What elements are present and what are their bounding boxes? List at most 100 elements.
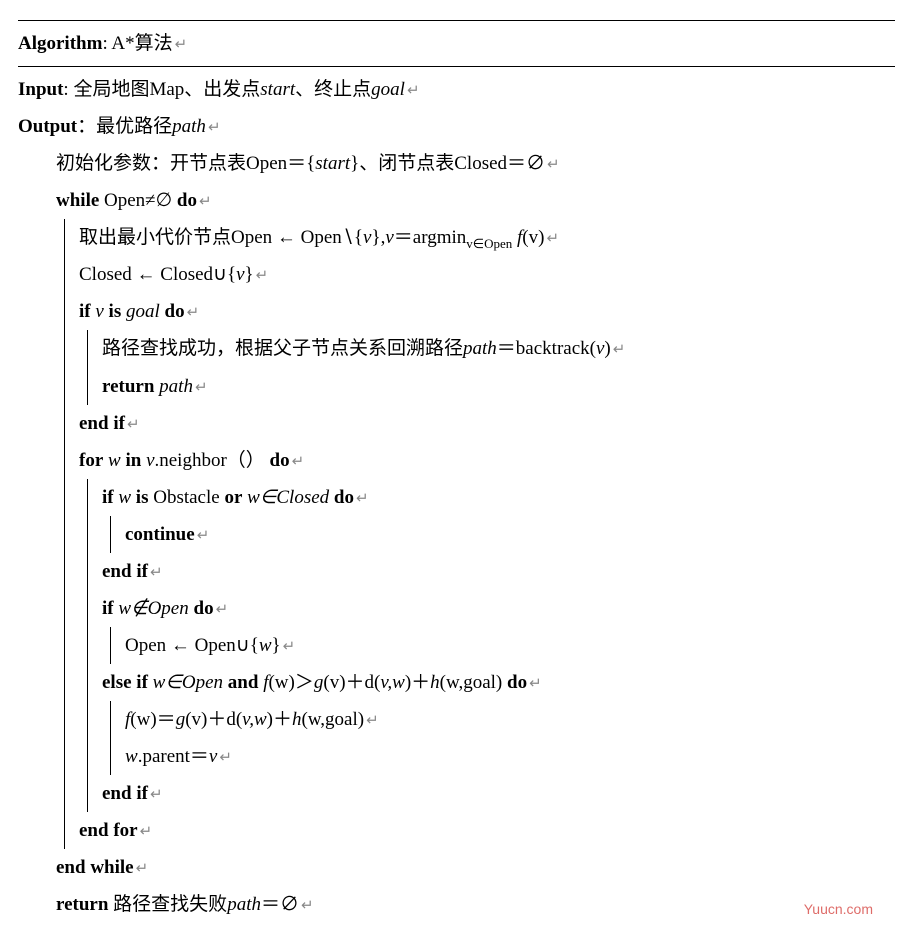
pop-v2: v: [385, 227, 393, 248]
parent-v: v: [209, 746, 217, 767]
if-notopen-line: if w∉Open do↵: [102, 590, 895, 627]
upd-eq: ＝: [157, 709, 176, 730]
if2-w: w: [114, 487, 136, 508]
do-keyword: do: [334, 487, 354, 508]
algorithm-title: Algorithm: A*算法↵: [18, 25, 895, 62]
input-text: : 全局地图Map、出发点: [63, 79, 260, 100]
found-close: ): [604, 338, 610, 359]
do-keyword: do: [194, 598, 214, 619]
return-icon: ↵: [547, 157, 560, 173]
elif-plus1: ＋d(: [346, 672, 381, 693]
if-notopen-block: Open ← Open∪{w}↵: [110, 627, 895, 664]
is-keyword: is: [136, 487, 149, 508]
open-add-line: Open ← Open∪{w}↵: [125, 627, 895, 664]
return-icon: ↵: [301, 898, 314, 914]
upd-hw: (w,goal): [301, 709, 364, 730]
pop-f: f: [512, 227, 522, 248]
if-keyword: if: [102, 598, 114, 619]
upd-fw: (w): [130, 709, 156, 730]
output-keyword: Output: [18, 116, 77, 137]
elif-plus2: )＋: [405, 672, 430, 693]
top-rule: [18, 20, 895, 21]
return-icon: ↵: [187, 305, 200, 321]
is-keyword: is: [109, 301, 122, 322]
found-eq: ＝backtrack(: [497, 338, 596, 359]
elseif-block: f(w)＝g(v)＋d(v,w)＋h(w,goal)↵ w.parent＝v↵: [110, 701, 895, 775]
elif-h: h: [430, 672, 440, 693]
fail-path: path: [227, 894, 261, 915]
return-icon: ↵: [366, 713, 379, 729]
endfor-keyword: end for: [79, 820, 138, 841]
while-line: while Open≠∅ do↵: [56, 182, 895, 219]
elif-hw: (w,goal): [440, 672, 507, 693]
upd-gv: (v): [185, 709, 207, 730]
found-line: 路径查找成功，根据父子节点关系回溯路径path＝backtrack(v)↵: [102, 330, 895, 367]
in-keyword: in: [125, 450, 141, 471]
do-keyword: do: [507, 672, 527, 693]
pop-eq: ＝argmin: [394, 227, 466, 248]
upd-plus1: ＋d(: [207, 709, 242, 730]
return-icon: ↵: [216, 602, 229, 618]
return-icon: ↵: [407, 83, 420, 99]
if2-obst: Obstacle: [148, 487, 224, 508]
closed-v: v: [236, 264, 244, 285]
init-rest: }、闭节点表Closed＝∅: [350, 153, 545, 174]
init-line: 初始化参数：开节点表Open＝{start}、闭节点表Closed＝∅↵: [56, 145, 895, 182]
output-text: ：最优路径: [77, 116, 172, 137]
elseif-keyword: else if: [102, 672, 148, 693]
pop-mid: },: [371, 227, 385, 248]
upd-vw: v,w: [242, 709, 266, 730]
return-icon: ↵: [127, 417, 140, 433]
if-keyword: if: [102, 487, 114, 508]
return-path-line: return path↵: [102, 368, 895, 405]
closed-line: Closed ← Closed∪{v}↵: [79, 256, 895, 293]
parent-txt: .parent＝: [138, 746, 209, 767]
open-end: }: [272, 635, 281, 656]
for-keyword: for: [79, 450, 103, 471]
if-obstacle-block: continue↵: [110, 516, 895, 553]
endif-keyword: end if: [102, 783, 148, 804]
for-v: v: [141, 450, 154, 471]
while-block: 取出最小代价节点Open ← Open∖{v},v＝argminv∈Open f…: [64, 219, 895, 849]
if-obstacle-line: if w is Obstacle or w∈Closed do↵: [102, 479, 895, 516]
return-path: path: [154, 376, 193, 397]
elif-g: g: [314, 672, 324, 693]
upd-g: g: [176, 709, 186, 730]
input-keyword: Input: [18, 79, 63, 100]
return-icon: ↵: [199, 194, 212, 210]
closed-end: }: [245, 264, 254, 285]
for-neighbor: .neighbor（）: [155, 450, 265, 471]
endfor-line: end for↵: [79, 812, 895, 849]
if-v: v: [91, 301, 109, 322]
input-line: Input: 全局地图Map、出发点start、终止点goal↵: [18, 71, 895, 108]
init-text: 初始化参数：开节点表Open＝{: [56, 153, 315, 174]
algorithm-keyword: Algorithm: [18, 33, 102, 54]
elseif-line: else if w∈Open and f(w)＞g(v)＋d(v,w)＋h(w,…: [102, 664, 895, 701]
input-start-var: start: [260, 79, 295, 100]
do-keyword: do: [270, 450, 290, 471]
parent-line: w.parent＝v↵: [125, 738, 895, 775]
elif-fw: (w): [268, 672, 294, 693]
input-mid: 、终止点: [295, 79, 371, 100]
return-icon: ↵: [195, 380, 208, 396]
if-goal: goal: [121, 301, 164, 322]
closed-text: Closed ← Closed∪{: [79, 264, 236, 285]
return-icon: ↵: [256, 268, 269, 284]
found-text: 路径查找成功，根据父子节点关系回溯路径: [102, 338, 463, 359]
return-icon: ↵: [546, 231, 559, 247]
found-path: path: [463, 338, 497, 359]
mid-rule: [18, 66, 895, 67]
elif-gv: (v): [323, 672, 345, 693]
do-keyword: do: [177, 190, 197, 211]
return-keyword: return: [102, 376, 154, 397]
update-f-line: f(w)＝g(v)＋d(v,w)＋h(w,goal)↵: [125, 701, 895, 738]
if-goal-line: if v is goal do↵: [79, 293, 895, 330]
endif-keyword: end if: [79, 413, 125, 434]
pop-text: 取出最小代价节点Open ← Open∖{: [79, 227, 363, 248]
endif-line: end if↵: [79, 405, 895, 442]
init-start: start: [315, 153, 350, 174]
endif-keyword: end if: [102, 561, 148, 582]
return-icon: ↵: [150, 565, 163, 581]
elif-f: f: [258, 672, 268, 693]
fail-text: 路径查找失败: [108, 894, 227, 915]
